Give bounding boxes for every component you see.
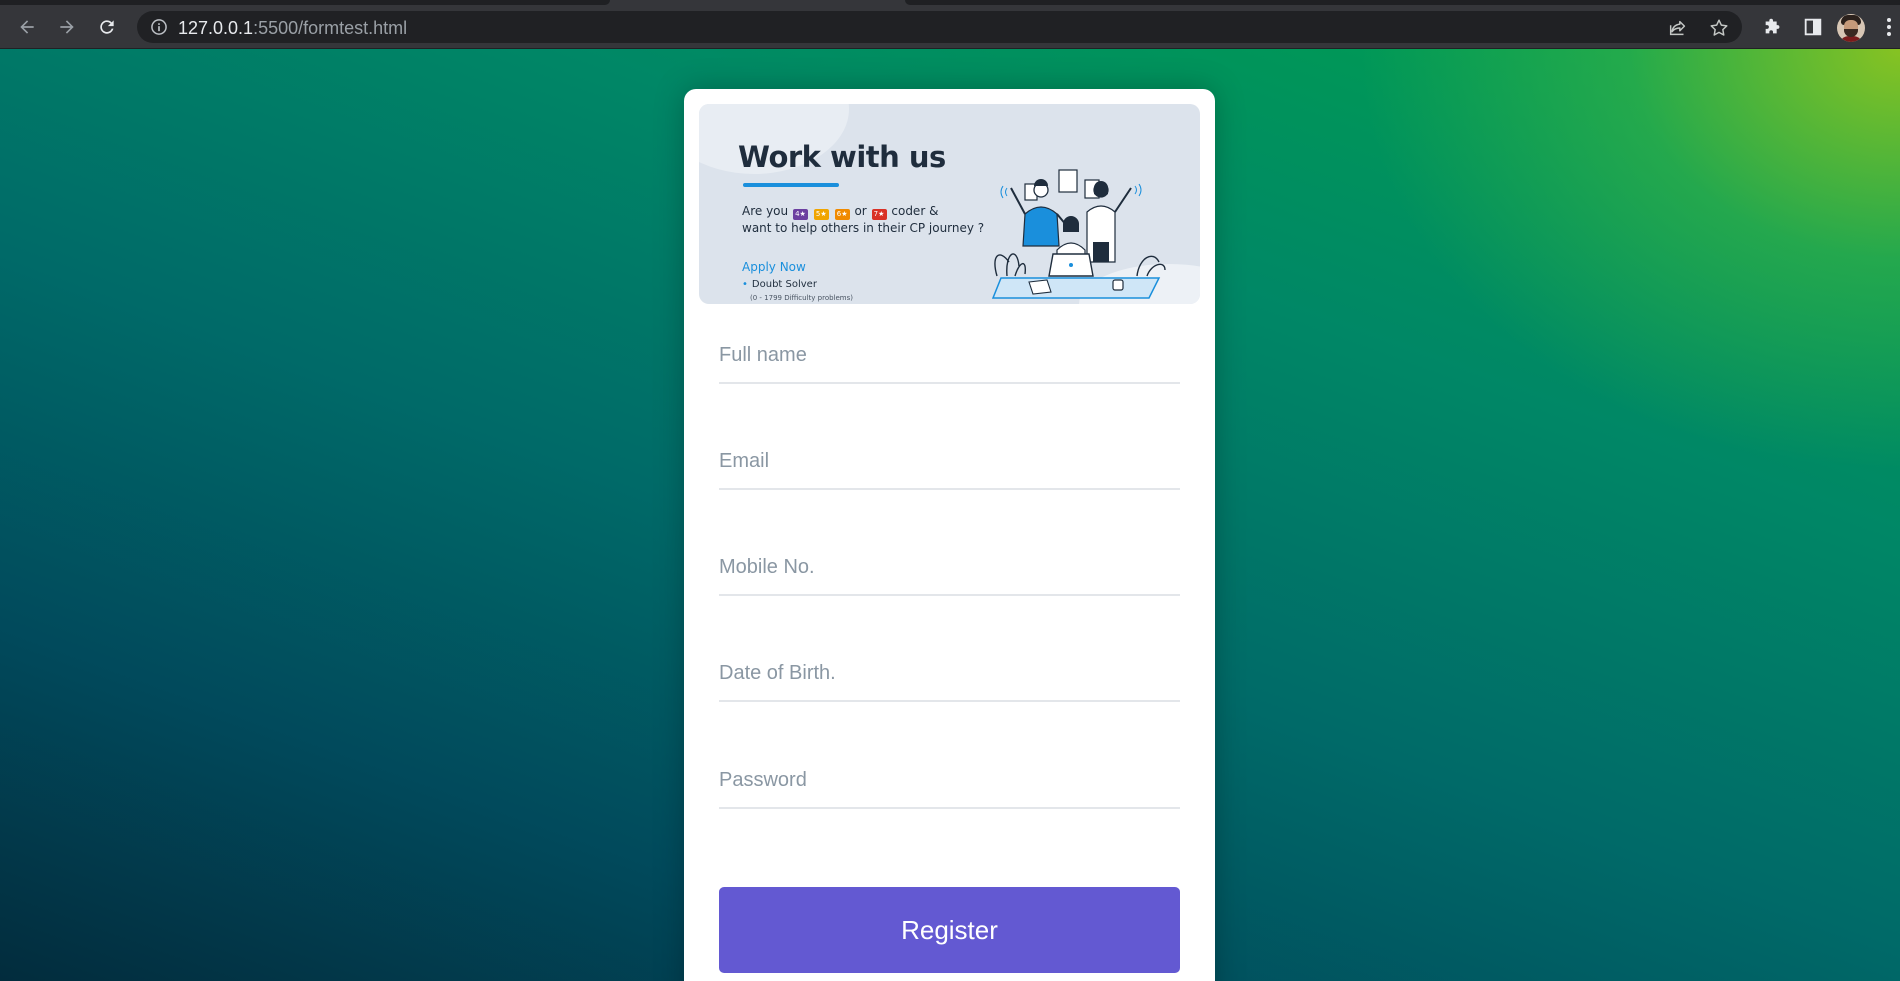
dob-field: [719, 622, 1180, 702]
difficulty-note: (0 - 1799 Difficulty problems): [750, 294, 853, 302]
title-underline: [743, 183, 839, 187]
register-button[interactable]: Register: [719, 887, 1180, 973]
email-field: [719, 410, 1180, 490]
side-panel-icon[interactable]: [1802, 16, 1824, 38]
banner-line1: Are you 4★ 5★ 6★ or 7★ coder &: [742, 204, 938, 220]
mobile-input[interactable]: [719, 550, 1180, 584]
line1-suffix: coder &: [891, 204, 939, 218]
info-icon[interactable]: [149, 17, 169, 37]
share-icon[interactable]: [1667, 17, 1689, 39]
badge-7-star: 7★: [871, 209, 887, 220]
url-text[interactable]: 127.0.0.1:5500/formtest.html: [178, 18, 407, 39]
profile-avatar[interactable]: [1837, 14, 1865, 42]
badge-5-star: 5★: [813, 209, 829, 220]
mobile-field: [719, 516, 1180, 596]
work-with-us-banner: Work with us Are you 4★ 5★ 6★ or 7★ code…: [699, 104, 1200, 304]
password-field: [719, 729, 1180, 809]
password-input[interactable]: [719, 763, 1180, 797]
extensions-puzzle-icon[interactable]: [1762, 16, 1784, 38]
apply-now-link[interactable]: Apply Now: [742, 260, 806, 274]
page-viewport: Work with us Are you 4★ 5★ 6★ or 7★ code…: [0, 49, 1900, 981]
reload-icon: [100, 20, 114, 34]
full-name-input[interactable]: [719, 338, 1180, 372]
browser-toolbar: 127.0.0.1:5500/formtest.html: [0, 5, 1900, 49]
reload-button[interactable]: [93, 13, 121, 41]
banner-line2: want to help others in their CP journey …: [742, 221, 985, 235]
bookmark-star-icon[interactable]: [1708, 17, 1730, 39]
email-input[interactable]: [719, 444, 1180, 478]
badge-4-star: 4★: [792, 209, 808, 220]
banner-title: Work with us: [738, 140, 946, 174]
arrow-left-icon: [20, 20, 34, 34]
team-illustration: [991, 169, 1166, 299]
registration-card: Work with us Are you 4★ 5★ 6★ or 7★ code…: [684, 89, 1215, 981]
dob-input[interactable]: [719, 656, 1180, 690]
menu-kebab-icon[interactable]: [1887, 18, 1893, 38]
line1-prefix: Are you: [742, 204, 789, 218]
full-name-field: [719, 304, 1180, 384]
url-path: :5500/formtest.html: [253, 18, 408, 38]
bullet-text: Doubt Solver: [751, 279, 817, 290]
forward-button[interactable]: [53, 13, 81, 41]
badge-6-star: 6★: [834, 209, 850, 220]
doubt-solver-item: • Doubt Solver: [742, 279, 817, 290]
url-host: 127.0.0.1: [178, 18, 254, 38]
arrow-right-icon: [60, 20, 74, 34]
back-button[interactable]: [13, 13, 41, 41]
line1-or: or: [854, 204, 867, 218]
address-bar[interactable]: 127.0.0.1:5500/formtest.html: [137, 11, 1742, 43]
